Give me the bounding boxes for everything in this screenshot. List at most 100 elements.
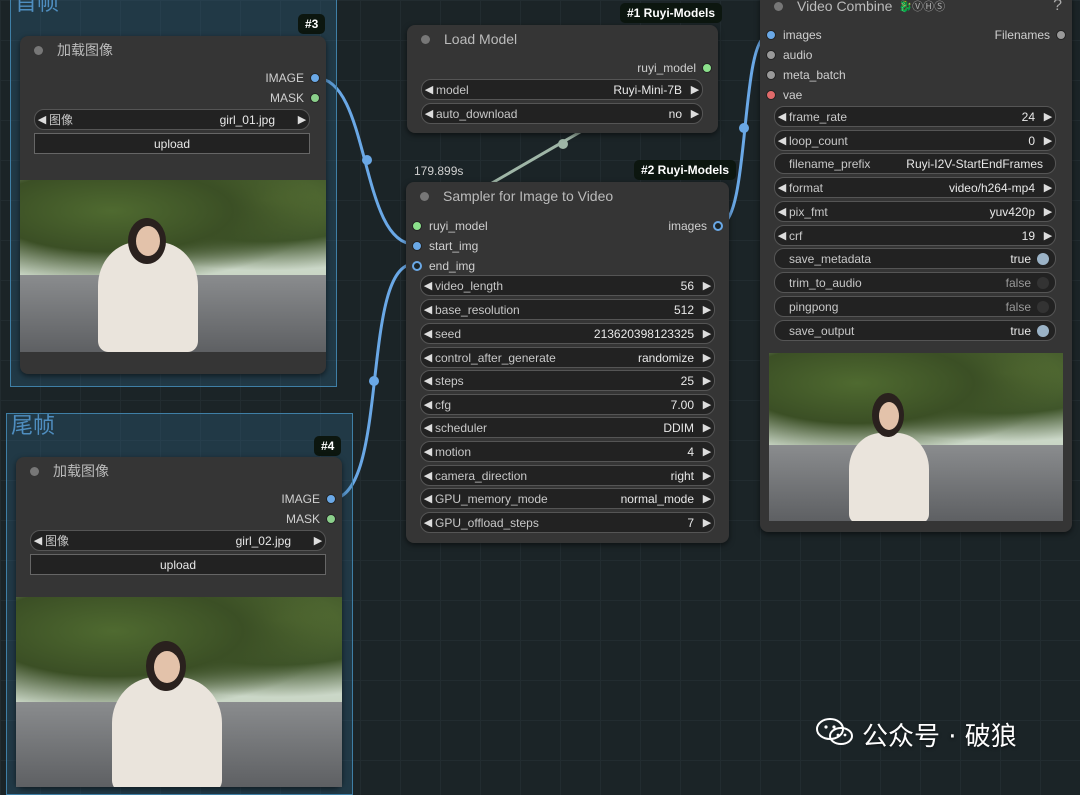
toggle-off-icon[interactable] bbox=[1037, 276, 1049, 289]
input-images[interactable]: images bbox=[760, 28, 822, 42]
input-audio[interactable]: audio bbox=[760, 48, 812, 62]
input-vae[interactable]: vae bbox=[760, 88, 802, 102]
arrow-left-icon[interactable]: ◀ bbox=[421, 279, 435, 292]
socket-icon[interactable] bbox=[766, 30, 776, 40]
auto-download-combo[interactable]: ◀ auto_download no ▶ bbox=[421, 103, 703, 124]
collapse-dot-icon[interactable] bbox=[30, 466, 39, 476]
widget-pix-fmt[interactable]: ◀ pix_fmt yuv420p ▶ bbox=[774, 201, 1056, 222]
input-end-img[interactable]: end_img bbox=[406, 259, 475, 273]
output-image[interactable]: IMAGE bbox=[265, 71, 326, 85]
arrow-left-icon[interactable]: ◀ bbox=[421, 445, 435, 458]
toggle-on-icon[interactable] bbox=[1037, 252, 1049, 265]
image-combo[interactable]: ◀ 图像 girl_01.jpg ▶ bbox=[34, 109, 310, 130]
node-title-bar[interactable]: Video Combine 🐉ⓋⒽⓈ ? bbox=[760, 0, 1072, 20]
arrow-left-icon[interactable]: ◀ bbox=[421, 398, 435, 411]
collapse-dot-icon[interactable] bbox=[420, 191, 429, 201]
upload-button[interactable]: upload bbox=[34, 133, 310, 154]
model-combo[interactable]: ◀ model Ruyi-Mini-7B ▶ bbox=[421, 79, 703, 100]
output-image[interactable]: IMAGE bbox=[281, 492, 342, 506]
arrow-right-icon[interactable]: ▶ bbox=[311, 534, 325, 547]
socket-icon[interactable] bbox=[766, 50, 776, 60]
collapse-dot-icon[interactable] bbox=[421, 34, 430, 44]
arrow-right-icon[interactable]: ▶ bbox=[1041, 110, 1055, 123]
arrow-right-icon[interactable]: ▶ bbox=[700, 516, 714, 529]
arrow-right-icon[interactable]: ▶ bbox=[1041, 181, 1055, 194]
toggle-save-metadata[interactable]: save_metadata true bbox=[774, 248, 1056, 269]
socket-icon[interactable] bbox=[713, 221, 723, 231]
widget-motion[interactable]: ◀ motion 4 ▶ bbox=[420, 441, 715, 462]
widget-format[interactable]: ◀ format video/h264-mp4 ▶ bbox=[774, 177, 1056, 198]
output-images[interactable]: images bbox=[668, 219, 729, 233]
output-mask[interactable]: MASK bbox=[286, 512, 342, 526]
widget-control-after-generate[interactable]: ◀ control_after_generate randomize ▶ bbox=[420, 347, 715, 368]
arrow-left-icon[interactable]: ◀ bbox=[421, 327, 435, 340]
arrow-left-icon[interactable]: ◀ bbox=[775, 229, 789, 242]
node-title-bar[interactable]: 加载图像 bbox=[16, 457, 342, 485]
arrow-left-icon[interactable]: ◀ bbox=[775, 134, 789, 147]
widget-steps[interactable]: ◀ steps 25 ▶ bbox=[420, 370, 715, 391]
socket-icon[interactable] bbox=[412, 241, 422, 251]
arrow-left-icon[interactable]: ◀ bbox=[421, 469, 435, 482]
node-title-bar[interactable]: Load Model bbox=[407, 25, 718, 53]
widget-gpu-offload-steps[interactable]: ◀ GPU_offload_steps 7 ▶ bbox=[420, 512, 715, 533]
arrow-right-icon[interactable]: ▶ bbox=[295, 113, 309, 126]
input-start-img[interactable]: start_img bbox=[406, 239, 478, 253]
collapse-dot-icon[interactable] bbox=[34, 45, 43, 55]
arrow-left-icon[interactable]: ◀ bbox=[422, 83, 436, 96]
arrow-right-icon[interactable]: ▶ bbox=[700, 327, 714, 340]
widget-gpu-memory-mode[interactable]: ◀ GPU_memory_mode normal_mode ▶ bbox=[420, 488, 715, 509]
socket-icon[interactable] bbox=[412, 261, 422, 271]
node-title-bar[interactable]: Sampler for Image to Video bbox=[406, 182, 729, 210]
toggle-on-icon[interactable] bbox=[1037, 324, 1049, 337]
socket-icon[interactable] bbox=[310, 73, 320, 83]
socket-icon[interactable] bbox=[702, 63, 712, 73]
widget-video-length[interactable]: ◀ video_length 56 ▶ bbox=[420, 275, 715, 296]
arrow-left-icon[interactable]: ◀ bbox=[421, 421, 435, 434]
arrow-left-icon[interactable]: ◀ bbox=[421, 303, 435, 316]
arrow-right-icon[interactable]: ▶ bbox=[700, 445, 714, 458]
toggle-trim-to-audio[interactable]: trim_to_audio false bbox=[774, 272, 1056, 293]
arrow-left-icon[interactable]: ◀ bbox=[422, 107, 436, 120]
widget-camera-direction[interactable]: ◀ camera_direction right ▶ bbox=[420, 465, 715, 486]
arrow-right-icon[interactable]: ▶ bbox=[700, 398, 714, 411]
output-filenames[interactable]: Filenames bbox=[995, 28, 1072, 42]
output-mask[interactable]: MASK bbox=[270, 91, 326, 105]
arrow-right-icon[interactable]: ▶ bbox=[688, 83, 702, 96]
arrow-left-icon[interactable]: ◀ bbox=[421, 516, 435, 529]
output-ruyi-model[interactable]: ruyi_model bbox=[637, 61, 718, 75]
arrow-left-icon[interactable]: ◀ bbox=[775, 181, 789, 194]
arrow-left-icon[interactable]: ◀ bbox=[775, 110, 789, 123]
arrow-left-icon[interactable]: ◀ bbox=[421, 492, 435, 505]
help-icon[interactable]: ? bbox=[1053, 0, 1062, 15]
widget-cfg[interactable]: ◀ cfg 7.00 ▶ bbox=[420, 394, 715, 415]
load-model-node[interactable]: Load Model ruyi_model ◀ model Ruyi-Mini-… bbox=[407, 25, 718, 133]
socket-icon[interactable] bbox=[766, 70, 776, 80]
socket-icon[interactable] bbox=[412, 221, 422, 231]
arrow-right-icon[interactable]: ▶ bbox=[1041, 229, 1055, 242]
socket-icon[interactable] bbox=[326, 494, 336, 504]
arrow-right-icon[interactable]: ▶ bbox=[700, 492, 714, 505]
arrow-left-icon[interactable]: ◀ bbox=[421, 374, 435, 387]
arrow-right-icon[interactable]: ▶ bbox=[700, 374, 714, 387]
input-meta-batch[interactable]: meta_batch bbox=[760, 68, 846, 82]
toggle-pingpong[interactable]: pingpong false bbox=[774, 296, 1056, 317]
widget-scheduler[interactable]: ◀ scheduler DDIM ▶ bbox=[420, 417, 715, 438]
arrow-right-icon[interactable]: ▶ bbox=[1041, 205, 1055, 218]
socket-icon[interactable] bbox=[766, 90, 776, 100]
arrow-right-icon[interactable]: ▶ bbox=[700, 469, 714, 482]
collapse-dot-icon[interactable] bbox=[774, 1, 783, 11]
video-preview[interactable] bbox=[769, 353, 1063, 521]
arrow-right-icon[interactable]: ▶ bbox=[688, 107, 702, 120]
socket-icon[interactable] bbox=[326, 514, 336, 524]
input-ruyi-model[interactable]: ruyi_model bbox=[406, 219, 488, 233]
arrow-left-icon[interactable]: ◀ bbox=[421, 351, 435, 364]
arrow-right-icon[interactable]: ▶ bbox=[700, 303, 714, 316]
arrow-right-icon[interactable]: ▶ bbox=[700, 351, 714, 364]
upload-button[interactable]: upload bbox=[30, 554, 326, 575]
widget-base-resolution[interactable]: ◀ base_resolution 512 ▶ bbox=[420, 299, 715, 320]
socket-icon[interactable] bbox=[310, 93, 320, 103]
widget-crf[interactable]: ◀ crf 19 ▶ bbox=[774, 225, 1056, 246]
arrow-right-icon[interactable]: ▶ bbox=[700, 421, 714, 434]
node-title-bar[interactable]: 加载图像 bbox=[20, 36, 326, 64]
widget-frame-rate[interactable]: ◀ frame_rate 24 ▶ bbox=[774, 106, 1056, 127]
